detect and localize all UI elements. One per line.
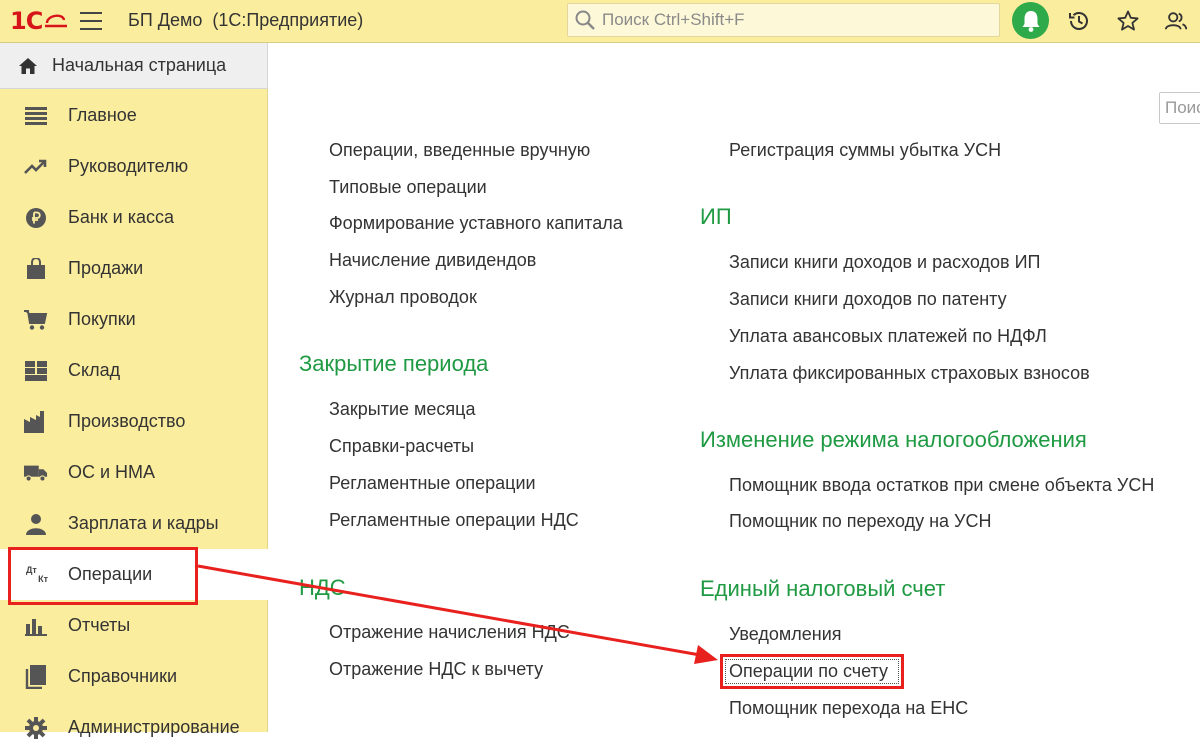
book-icon [24,664,48,689]
account-operations-highlight-frame [720,654,904,689]
section-title-period-closing: Закрытие периода [299,351,489,376]
global-search[interactable] [567,3,1000,37]
link-vat-accrual[interactable]: Отражение начисления НДС [329,622,570,643]
ruble-icon [24,206,48,230]
link-ens-transition-assistant[interactable]: Помощник перехода на ЕНС [729,698,968,719]
section-search-input[interactable]: Поис [1159,92,1200,124]
link-patent-income-book[interactable]: Записи книги доходов по патенту [729,289,1007,310]
link-usn-transition-assistant[interactable]: Помощник по переходу на УСН [729,511,991,532]
section-title-tax-regime-change: Изменение режима налогообложения [700,427,1087,452]
link-usn-balance-assistant[interactable]: Помощник ввода остатков при смене объект… [729,475,1154,496]
sidebar-item-administration[interactable]: Администрирование [0,702,268,753]
sidebar-item-label: Зарплата и кадры [68,513,219,533]
sidebar-item-label: Справочники [68,666,178,686]
link-manual-operations[interactable]: Операции, введенные вручную [329,140,590,161]
logo-swoosh-icon [45,14,68,28]
bar-chart-icon [24,614,48,638]
sections-sidebar: Главное Руководителю Банк и касса Продаж… [0,89,268,739]
link-dividends[interactable]: Начисление дивидендов [329,250,536,271]
sidebar-item-warehouse[interactable]: Склад [0,345,268,396]
history-icon[interactable] [1067,9,1091,33]
section-title-ip: ИП [700,204,732,229]
star-icon[interactable] [1116,9,1140,33]
link-vat-deduction[interactable]: Отражение НДС к вычету [329,659,543,680]
sidebar-item-label: Главное [68,105,137,125]
trend-icon [24,155,48,179]
sidebar-item-assets[interactable]: ОС и НМА [0,447,268,498]
sidebar-item-label: Производство [68,411,186,431]
person-icon [24,512,48,536]
link-routine-vat-operations[interactable]: Регламентные операции НДС [329,510,579,531]
link-fixed-insurance[interactable]: Уплата фиксированных страховых взносов [729,363,1090,384]
sidebar-item-production[interactable]: Производство [0,396,268,447]
link-calculation-notes[interactable]: Справки-расчеты [329,436,474,457]
link-month-closing[interactable]: Закрытие месяца [329,399,475,420]
search-icon [575,10,595,30]
top-bar: 1С БП Демо (1С:Предприятие) [0,0,1200,43]
sidebar-item-label: Отчеты [68,615,131,635]
home-page-label: Начальная страница [52,55,227,75]
section-title-vat: НДС [299,575,346,600]
hamburger-icon[interactable] [80,12,102,30]
app-logo[interactable]: 1С [10,7,70,35]
sidebar-item-reports[interactable]: Отчеты [0,600,268,651]
sidebar-item-label: Покупки [68,309,136,329]
sidebar-item-label: Администрирование [68,717,240,737]
warehouse-icon [24,359,48,383]
cart-icon [24,308,48,332]
sidebar-item-label: ОС и НМА [68,462,156,482]
sidebar-item-main[interactable]: Главное [0,90,268,141]
factory-icon [24,410,48,434]
link-entries-journal[interactable]: Журнал проводок [329,287,477,308]
link-routine-operations[interactable]: Регламентные операции [329,473,536,494]
link-notifications[interactable]: Уведомления [729,624,842,645]
home-icon [19,57,37,74]
link-ndfl-advance[interactable]: Уплата авансовых платежей по НДФЛ [729,326,1047,347]
global-search-input[interactable] [600,9,984,31]
app-title: БП Демо (1С:Предприятие) [128,10,364,30]
sidebar-item-sales[interactable]: Продажи [0,243,268,294]
sidebar-item-label: Продажи [68,258,144,278]
list-icon [24,104,48,128]
link-typical-operations[interactable]: Типовые операции [329,177,487,198]
sidebar-item-label: Руководителю [68,156,189,176]
sidebar-item-bank[interactable]: Банк и касса [0,192,268,243]
bag-icon [24,257,48,281]
bell-icon[interactable] [1012,2,1049,39]
home-page-tab[interactable]: Начальная страница [0,43,268,89]
operations-highlight-frame [8,547,198,605]
section-title-ens: Единый налоговый счет [700,576,946,601]
sidebar-item-label: Банк и касса [68,207,174,227]
users-icon[interactable] [1164,9,1188,33]
logo-text: 1С [10,7,43,35]
sidebar-item-label: Склад [68,360,121,380]
gear-icon [24,716,48,740]
truck-icon [24,461,48,485]
sidebar-item-directories[interactable]: Справочники [0,651,268,702]
link-ip-income-book[interactable]: Записи книги доходов и расходов ИП [729,252,1040,273]
link-authorized-capital[interactable]: Формирование уставного капитала [329,213,623,234]
sidebar-item-manager[interactable]: Руководителю [0,141,268,192]
sidebar-item-salary[interactable]: Зарплата и кадры [0,498,268,549]
link-usn-loss[interactable]: Регистрация суммы убытка УСН [729,140,1001,161]
sidebar-item-purchases[interactable]: Покупки [0,294,268,345]
